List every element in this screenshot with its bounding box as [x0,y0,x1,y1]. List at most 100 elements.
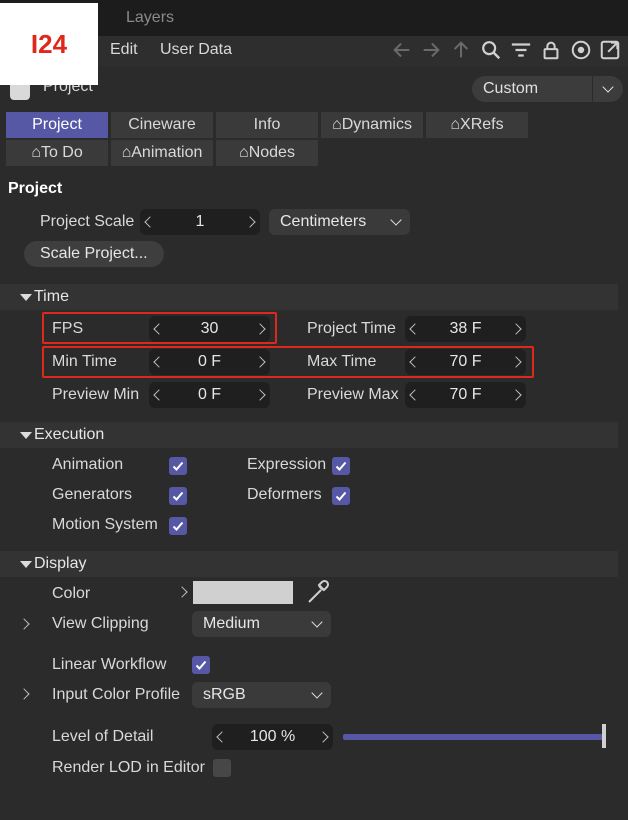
chevron-right-icon[interactable] [18,688,30,700]
preview-max-label: Preview Max [307,386,399,403]
chevron-right-icon[interactable] [176,586,188,598]
tab-xrefs[interactable]: ⌂XRefs [426,112,528,138]
search-icon[interactable] [478,36,504,64]
chevron-right-icon[interactable] [254,356,266,368]
render-lod-label: Render LOD in Editor [52,759,205,776]
expression-label: Expression [247,456,327,473]
project-scale-field[interactable]: 1 [140,209,260,235]
project-scale-unit-value: Centimeters [280,213,367,230]
input-color-profile-label: Input Color Profile [52,686,181,703]
menu-edit[interactable]: Edit [110,36,138,66]
chevron-right-icon[interactable] [244,216,256,228]
tab-dynamics[interactable]: ⌂Dynamics [321,112,423,138]
view-clipping-dropdown[interactable]: Medium [192,611,331,637]
external-link-icon[interactable] [597,36,623,64]
animation-checkbox[interactable] [169,457,187,475]
group-display-title: Display [34,555,87,572]
tab-nodes-label: Nodes [248,144,295,161]
triangle-down-icon [20,561,32,568]
preview-max-field[interactable]: 70 F [405,382,526,408]
tab-nodes[interactable]: ⌂Nodes [216,140,318,166]
chevron-down-icon[interactable] [593,76,623,102]
project-scale-label: Project Scale [40,213,135,230]
chevron-down-icon [311,687,323,699]
group-display-header[interactable]: Display [0,551,618,577]
group-execution-header[interactable]: Execution [0,422,618,448]
tab-project[interactable]: Project [6,112,108,138]
group-time-header[interactable]: Time [0,284,618,310]
chevron-right-icon[interactable] [18,618,30,630]
fps-field[interactable]: 30 [149,316,270,342]
chevron-right-icon[interactable] [317,731,329,743]
group-execution-title: Execution [34,426,105,443]
lod-field[interactable]: 100 % [212,724,333,750]
tab-xrefs-label: XRefs [460,116,504,133]
check-icon [335,491,347,501]
tab-animation[interactable]: ⌂Animation [111,140,213,166]
linear-workflow-label: Linear Workflow [52,656,167,673]
generators-checkbox[interactable] [169,487,187,505]
color-label: Color [52,585,91,602]
lod-label: Level of Detail [52,728,154,745]
filter-icon[interactable] [508,36,534,64]
motion-system-checkbox[interactable] [169,517,187,535]
preview-max-value: 70 F [449,386,482,403]
project-scale-value: 1 [195,213,205,230]
min-time-value: 0 F [197,353,222,370]
tab-todo[interactable]: ⌂To Do [6,140,108,166]
check-icon [172,491,184,501]
section-project: Project [8,180,63,197]
min-time-label: Min Time [52,353,117,370]
check-icon [172,521,184,531]
chevron-down-icon [390,214,402,226]
arrow-up-icon[interactable] [448,36,474,64]
linear-workflow-checkbox[interactable] [192,656,210,674]
project-scale-unit-dropdown[interactable]: Centimeters [269,209,410,235]
preview-min-field[interactable]: 0 F [149,382,270,408]
arrow-left-icon[interactable] [389,36,415,64]
eyedropper-icon[interactable] [305,578,331,606]
menu-user-data[interactable]: User Data [160,36,232,66]
project-time-field[interactable]: 38 F [405,316,526,342]
motion-system-label: Motion System [52,516,158,533]
arrow-right-icon[interactable] [418,36,444,64]
max-time-label: Max Time [307,353,377,370]
lod-slider-track[interactable] [343,734,605,740]
fps-value: 30 [200,320,219,337]
chevron-down-icon [311,616,323,628]
input-color-profile-value: sRGB [203,686,246,703]
scale-project-button[interactable]: Scale Project... [24,241,164,267]
project-time-value: 38 F [449,320,482,337]
deformers-label: Deformers [247,486,322,503]
tab-todo-label: To Do [40,144,83,161]
chevron-right-icon[interactable] [510,356,522,368]
lock-icon[interactable] [538,36,564,64]
fps-label: FPS [52,320,84,337]
max-time-field[interactable]: 70 F [405,349,526,375]
chevron-right-icon[interactable] [510,323,522,335]
tab-info[interactable]: Info [216,112,318,138]
project-time-label: Project Time [307,320,396,337]
render-lod-checkbox[interactable] [213,759,231,777]
group-time-title: Time [34,288,69,305]
tab-layers[interactable]: Layers [110,0,180,36]
chevron-right-icon[interactable] [254,323,266,335]
lod-slider-handle[interactable] [602,724,606,748]
max-time-value: 70 F [449,353,482,370]
generators-label: Generators [52,486,133,503]
min-time-field[interactable]: 0 F [149,349,270,375]
input-color-profile-dropdown[interactable]: sRGB [192,682,331,708]
chevron-right-icon[interactable] [254,389,266,401]
preset-dropdown[interactable]: Custom [472,76,592,102]
chevron-right-icon[interactable] [510,389,522,401]
color-swatch[interactable] [193,581,293,604]
logo: I24 [0,3,98,85]
expression-checkbox[interactable] [332,457,350,475]
deformers-checkbox[interactable] [332,487,350,505]
tab-cineware[interactable]: Cineware [111,112,213,138]
preview-min-label: Preview Min [52,386,140,403]
check-icon [335,461,347,471]
view-clipping-value: Medium [203,615,260,632]
target-icon[interactable] [568,36,594,64]
view-clipping-label: View Clipping [52,615,149,632]
